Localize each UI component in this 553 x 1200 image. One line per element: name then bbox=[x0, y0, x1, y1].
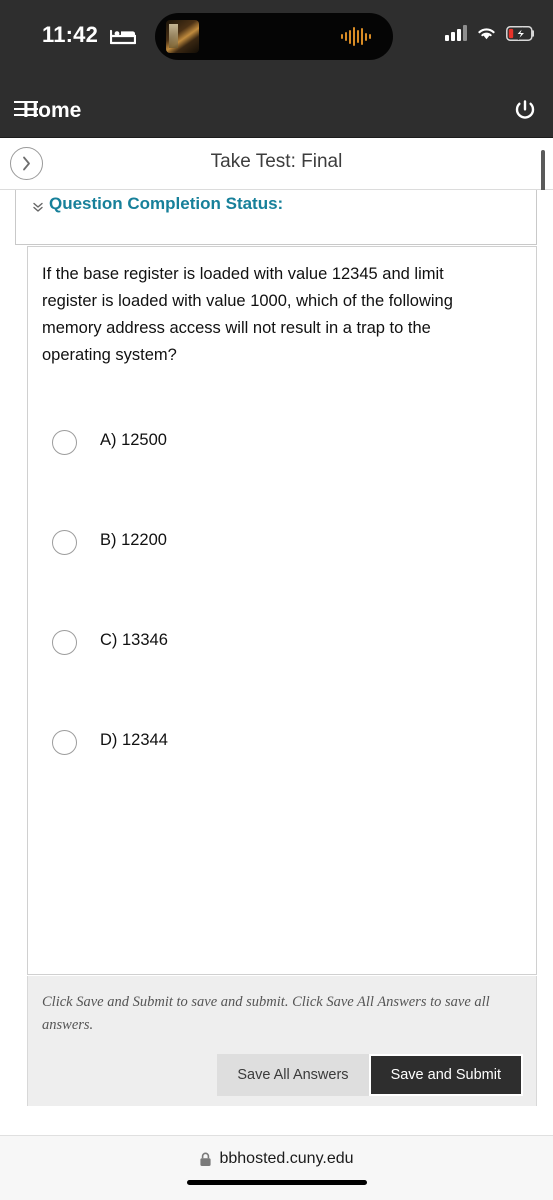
wifi-icon bbox=[478, 28, 495, 40]
answer-options: A) 12500 B) 12200 C) 13346 D) 12344 bbox=[42, 412, 512, 812]
footer-button-row: Save All Answers Save and Submit bbox=[217, 1054, 523, 1096]
status-bar-icons bbox=[445, 22, 535, 44]
save-all-answers-button[interactable]: Save All Answers bbox=[217, 1054, 369, 1096]
browser-bottom-bar: bbhosted.cuny.edu bbox=[0, 1135, 553, 1200]
bed-icon bbox=[110, 29, 136, 45]
test-content: Question Completion Status: If the base … bbox=[0, 190, 553, 1135]
option-a[interactable]: A) 12500 bbox=[42, 412, 512, 512]
option-c[interactable]: C) 13346 bbox=[42, 612, 512, 712]
question-completion-status-title: Question Completion Status: bbox=[49, 194, 284, 213]
question-completion-status-box[interactable]: Question Completion Status: bbox=[15, 190, 537, 245]
vertical-scrollbar[interactable] bbox=[541, 150, 545, 192]
page-title: Take Test: Final bbox=[210, 151, 343, 172]
album-art bbox=[166, 20, 199, 53]
question-panel: If the base register is loaded with valu… bbox=[27, 246, 537, 975]
home-label[interactable]: Home bbox=[23, 99, 81, 123]
question-text: If the base register is loaded with valu… bbox=[42, 265, 453, 364]
double-chevron-down-icon[interactable] bbox=[32, 201, 44, 213]
app-nav-bar: Home bbox=[0, 80, 553, 138]
url-bar[interactable]: bbhosted.cuny.edu bbox=[0, 1150, 553, 1168]
radio-button-c[interactable] bbox=[52, 630, 77, 655]
option-b-label: B) 12200 bbox=[100, 531, 167, 549]
audio-waveform-icon bbox=[341, 27, 375, 46]
cellular-signal-icon bbox=[445, 25, 467, 41]
test-footer: Click Save and Submit to save and submit… bbox=[27, 976, 537, 1106]
dynamic-island[interactable] bbox=[155, 13, 393, 60]
option-c-label: C) 13346 bbox=[100, 631, 168, 649]
lock-icon bbox=[200, 1152, 212, 1166]
radio-button-b[interactable] bbox=[52, 530, 77, 555]
home-indicator[interactable] bbox=[186, 1180, 367, 1185]
phone-screen: 11:42 Home Take Test: Final Question Com… bbox=[0, 0, 553, 1200]
save-and-submit-button[interactable]: Save and Submit bbox=[368, 1054, 523, 1096]
status-bar: 11:42 bbox=[0, 0, 553, 80]
option-b[interactable]: B) 12200 bbox=[42, 512, 512, 612]
page-header: Take Test: Final bbox=[0, 138, 553, 190]
radio-button-a[interactable] bbox=[52, 430, 77, 455]
radio-button-d[interactable] bbox=[52, 730, 77, 755]
option-d-label: D) 12344 bbox=[100, 731, 168, 749]
battery-charging-icon bbox=[506, 25, 534, 41]
status-bar-time: 11:42 bbox=[42, 22, 99, 47]
footer-instructions: Click Save and Submit to save and submit… bbox=[42, 994, 490, 1033]
url-text: bbhosted.cuny.edu bbox=[219, 1150, 354, 1167]
power-icon[interactable] bbox=[514, 99, 536, 121]
option-a-label: A) 12500 bbox=[100, 431, 167, 449]
option-d[interactable]: D) 12344 bbox=[42, 712, 512, 812]
